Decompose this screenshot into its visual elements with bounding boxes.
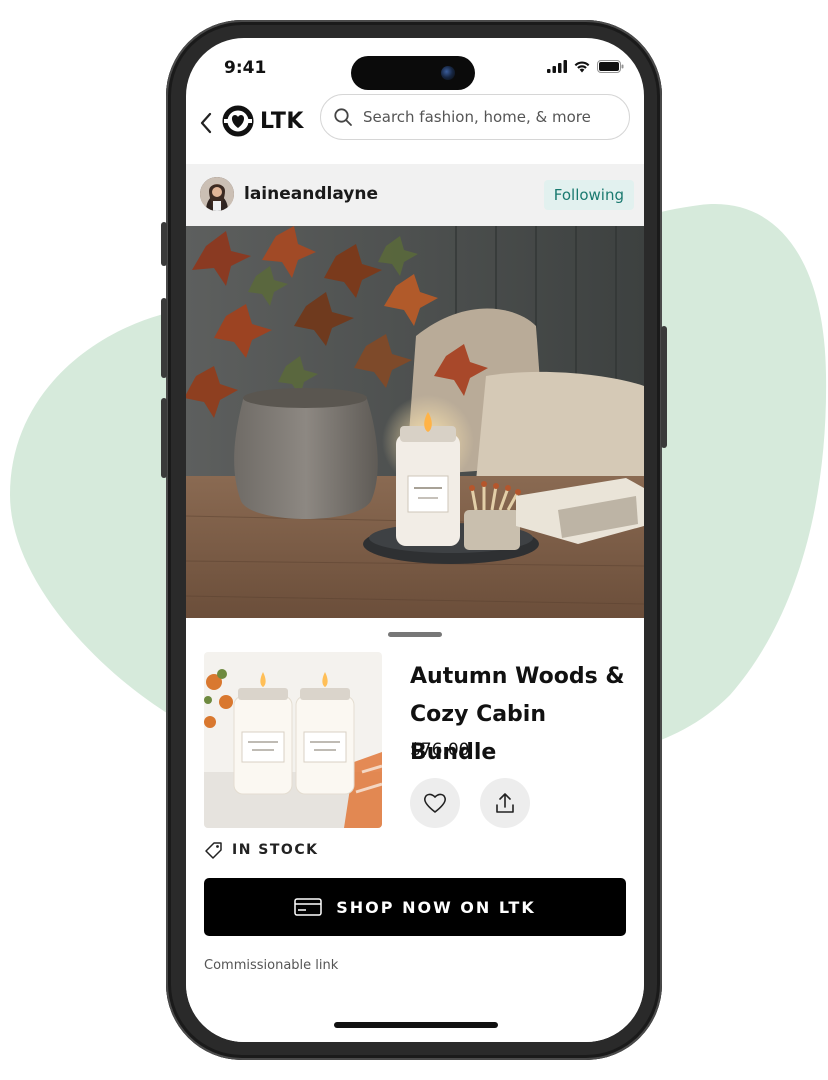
nav-bar: LTK	[186, 94, 644, 160]
heart-icon	[423, 793, 447, 813]
credit-card-icon	[294, 898, 323, 916]
post-photo[interactable]	[186, 226, 644, 618]
search-bar[interactable]	[320, 94, 630, 140]
product-image-graphic	[204, 652, 382, 828]
following-button[interactable]: Following	[543, 180, 634, 210]
battery-icon	[597, 60, 624, 73]
volume-down-button	[161, 398, 167, 478]
power-button	[661, 326, 667, 448]
wifi-icon	[574, 61, 590, 73]
creator-avatar[interactable]	[200, 177, 234, 211]
product-sheet: Autumn Woods & Cozy Cabin Bundle $76.00 …	[186, 618, 644, 1042]
ltk-logo-icon	[222, 105, 254, 137]
share-icon	[496, 793, 514, 813]
ltk-logo[interactable]: LTK	[222, 105, 304, 137]
product-price: $76.00	[410, 740, 470, 760]
logo-text: LTK	[260, 108, 304, 134]
shop-now-button[interactable]: SHOP NOW ON LTK	[204, 878, 626, 936]
favorite-button[interactable]	[410, 778, 460, 828]
creator-name[interactable]: laineandlayne	[244, 184, 378, 204]
stock-indicator: IN STOCK	[204, 840, 318, 860]
search-icon	[334, 108, 352, 126]
dynamic-island	[351, 56, 475, 90]
volume-up-button	[161, 298, 167, 378]
mute-switch	[161, 222, 167, 266]
shop-now-label: SHOP NOW ON LTK	[336, 897, 536, 917]
status-bar: 9:41	[186, 38, 644, 98]
commission-disclosure: Commissionable link	[204, 958, 339, 973]
share-button[interactable]	[480, 778, 530, 828]
stock-status: IN STOCK	[232, 842, 319, 858]
status-time: 9:41	[224, 58, 267, 78]
home-indicator[interactable]	[334, 1022, 498, 1028]
search-input[interactable]	[361, 107, 625, 127]
avatar-image	[200, 177, 234, 211]
tag-icon	[205, 842, 222, 859]
phone-screen: 9:41 LTK Search fashion, home, & more la…	[186, 38, 644, 1042]
sheet-drag-handle[interactable]	[388, 632, 442, 637]
creator-bar: laineandlayne Following	[186, 164, 644, 226]
signal-icon	[547, 60, 567, 73]
camera-icon	[441, 66, 455, 80]
post-photo-image	[186, 226, 644, 618]
product-image[interactable]	[204, 652, 382, 828]
status-icons	[547, 60, 624, 73]
chevron-left-icon[interactable]	[196, 108, 216, 138]
